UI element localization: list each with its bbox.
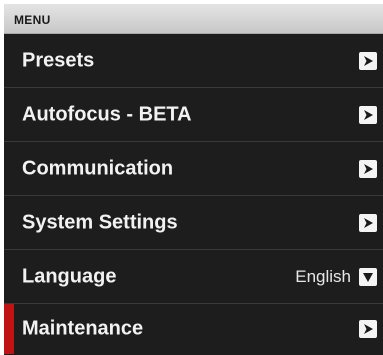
- menu-item-actions: [359, 51, 377, 70]
- menu-panel: MENU Presets Autofocus - BETA Communicat…: [0, 0, 383, 355]
- menu-item-presets[interactable]: Presets: [4, 34, 383, 88]
- menu-item-language[interactable]: Language English: [4, 250, 383, 304]
- menu-item-label: Presets: [22, 49, 95, 71]
- chevron-right-icon[interactable]: [359, 51, 377, 70]
- menu-item-label: Autofocus - BETA: [22, 103, 192, 125]
- menu-item-actions: [359, 105, 377, 124]
- menu-item-maintenance[interactable]: Maintenance: [4, 304, 383, 354]
- menu-item-label: Language: [22, 265, 117, 287]
- chevron-right-icon[interactable]: [359, 159, 377, 178]
- menu-item-actions: [359, 159, 377, 178]
- menu-item-communication[interactable]: Communication: [4, 142, 383, 196]
- menu-item-actions: [359, 320, 377, 338]
- menu-item-system-settings[interactable]: System Settings: [4, 196, 383, 250]
- menu-title: MENU: [14, 13, 51, 27]
- menu-item-autofocus[interactable]: Autofocus - BETA: [4, 88, 383, 142]
- chevron-right-icon[interactable]: [359, 105, 377, 124]
- chevron-right-icon[interactable]: [359, 213, 377, 232]
- menu-item-label: Communication: [22, 157, 174, 179]
- language-select[interactable]: English: [295, 267, 377, 287]
- language-selected-value: English: [295, 266, 351, 286]
- menu-item-label: System Settings: [22, 211, 178, 233]
- menu-item-label: Maintenance: [22, 317, 144, 340]
- chevron-right-icon[interactable]: [359, 320, 377, 338]
- chevron-down-icon[interactable]: [359, 267, 377, 286]
- menu-list: Presets Autofocus - BETA Communication S…: [4, 34, 383, 355]
- menu-header: MENU: [4, 4, 383, 34]
- menu-item-actions: [359, 213, 377, 232]
